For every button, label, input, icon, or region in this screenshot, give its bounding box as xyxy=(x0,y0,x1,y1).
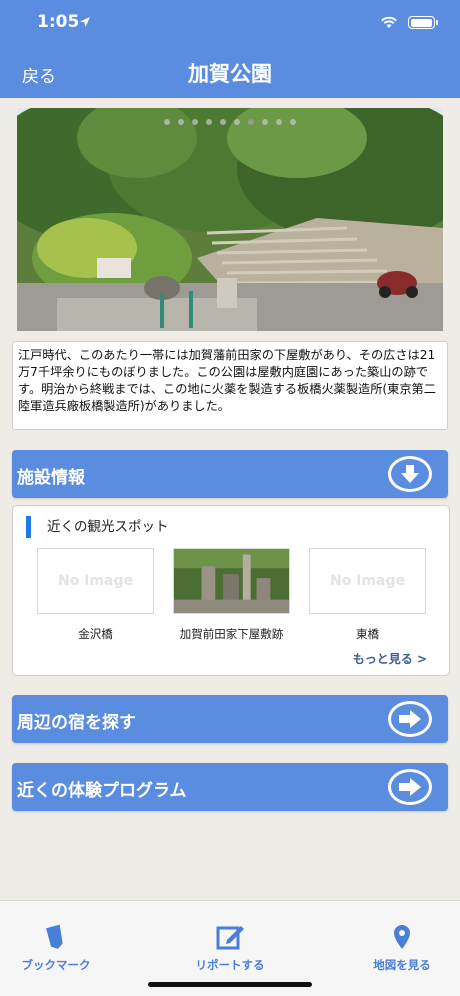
nearby-spots-panel: 近くの観光スポット No Image 金沢橋 加賀前田家下屋敷跡 No Imag… xyxy=(12,505,450,676)
tab-map-label: 地図を見る xyxy=(373,958,431,972)
spot-name: 金沢橋 xyxy=(78,627,113,641)
location-arrow-icon xyxy=(80,17,90,27)
experience-programs-button[interactable]: 近くの体験プログラム xyxy=(12,763,448,811)
facility-info-label: 施設情報 xyxy=(17,468,85,488)
spot-name: 加賀前田家下屋敷跡 xyxy=(179,627,284,641)
spot-thumbnail: No Image xyxy=(37,548,154,614)
facility-info-button[interactable]: 施設情報 xyxy=(12,450,448,498)
tab-report-label: リポートする xyxy=(195,958,265,972)
spot-name: 東橋 xyxy=(356,627,379,641)
nearby-spot-item[interactable]: 加賀前田家下屋敷跡 xyxy=(173,548,290,642)
spot-thumbnail-photo xyxy=(173,548,290,614)
find-lodging-label: 周辺の宿を探す xyxy=(17,713,136,733)
tab-map[interactable]: 地図を見る xyxy=(342,923,460,973)
navigation-header: 1:05 戻る 加賀公園 xyxy=(0,0,460,98)
tab-bookmark-label: ブックマーク xyxy=(21,958,91,972)
arrow-right-circle-icon xyxy=(388,701,432,737)
nearby-spots-header: 近くの観光スポット xyxy=(26,516,169,538)
nearby-spot-item[interactable]: No Image 東橋 xyxy=(309,548,426,642)
bookmark-icon xyxy=(46,924,63,949)
home-indicator[interactable] xyxy=(148,982,312,987)
experience-programs-label: 近くの体験プログラム xyxy=(17,781,187,801)
status-bar: 1:05 xyxy=(0,12,460,40)
arrow-down-circle-icon xyxy=(388,456,432,492)
spot-thumbnail: No Image xyxy=(309,548,426,614)
arrow-right-circle-icon xyxy=(388,769,432,805)
battery-icon xyxy=(408,16,438,29)
carousel-page-indicator[interactable] xyxy=(0,110,460,129)
see-more-link[interactable]: もっと見る > xyxy=(353,650,427,667)
page-title: 加賀公園 xyxy=(188,62,272,86)
status-time: 1:05 xyxy=(37,12,80,32)
map-pin-icon xyxy=(394,925,410,949)
nearby-spot-item[interactable]: No Image 金沢橋 xyxy=(37,548,154,642)
tab-report[interactable]: リポートする xyxy=(170,923,290,973)
tab-bookmark[interactable]: ブックマーク xyxy=(0,923,116,973)
report-edit-icon xyxy=(216,926,244,950)
wifi-icon xyxy=(381,16,397,28)
find-lodging-button[interactable]: 周辺の宿を探す xyxy=(12,695,448,743)
bottom-tab-bar: ブックマーク リポートする 地図を見る xyxy=(0,900,460,996)
park-photo[interactable] xyxy=(17,108,443,331)
park-description: 江戸時代、このあたり一帯には加賀藩前田家の下屋敷があり、その広さは21万7千坪余… xyxy=(12,341,448,430)
